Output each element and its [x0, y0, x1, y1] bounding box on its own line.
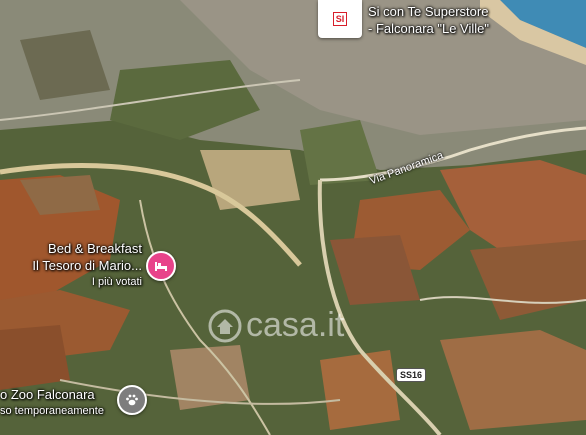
bnb-pin[interactable] — [146, 251, 176, 281]
bed-icon — [155, 262, 167, 271]
house-logo-icon — [208, 309, 242, 342]
zoo-label[interactable]: o Zoo Falconara so temporaneamente — [0, 387, 104, 419]
store-logo-icon: SI — [332, 12, 348, 26]
store-name-line1: Si con Te Superstore — [368, 4, 489, 19]
zoo-subtitle: so temporaneamente — [0, 405, 104, 417]
paw-icon — [126, 394, 138, 406]
zoo-name-line1: o Zoo Falconara — [0, 387, 95, 402]
bnb-name-line1: Bed & Breakfast — [48, 241, 142, 256]
bnb-subtitle: I più votati — [91, 276, 142, 288]
bnb-name-line2: Il Tesoro di Mario... — [32, 258, 142, 273]
ss16-shield: SS16 — [396, 368, 427, 382]
satellite-map[interactable]: SI Si con Te Superstore - Falconara "Le … — [0, 0, 586, 435]
bnb-label[interactable]: Bed & Breakfast Il Tesoro di Mario... I … — [30, 240, 142, 291]
satellite-imagery — [0, 0, 586, 435]
store-pin[interactable]: SI — [318, 0, 362, 38]
store-name-line2: - Falconara "Le Ville" — [368, 21, 489, 36]
store-label[interactable]: Si con Te Superstore - Falconara "Le Vil… — [368, 3, 489, 37]
zoo-pin[interactable] — [117, 385, 147, 415]
watermark-text: casa.it — [246, 306, 345, 344]
watermark: casa.it — [208, 306, 344, 345]
